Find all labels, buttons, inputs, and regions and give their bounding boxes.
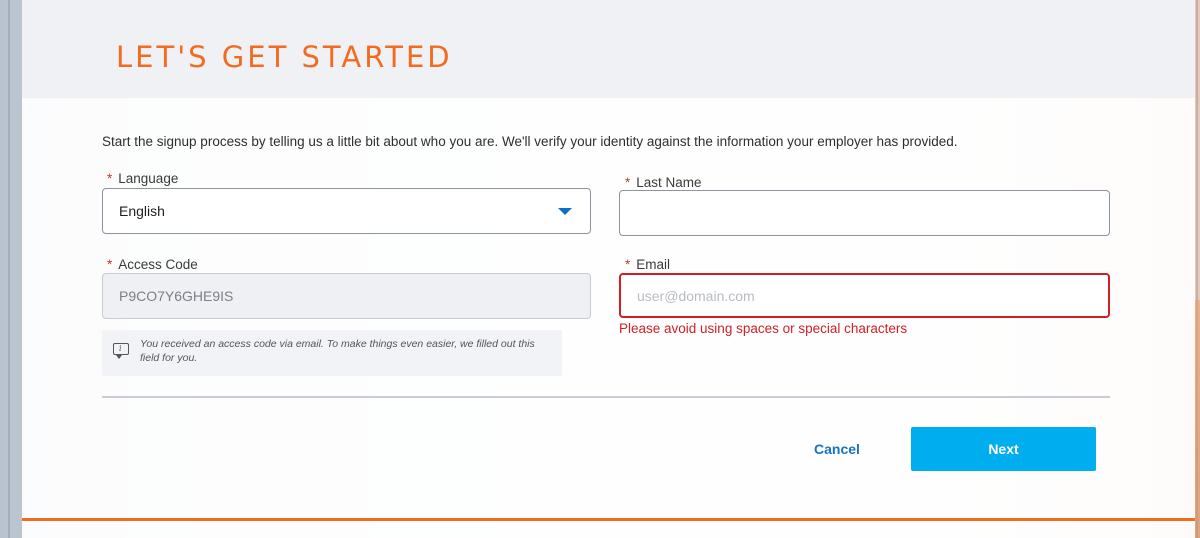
email-error-message: Please avoid using spaces or special cha…: [619, 321, 908, 336]
email-label-text: Email: [636, 257, 671, 272]
chevron-down-icon[interactable]: [558, 208, 572, 215]
language-select-value: English: [119, 203, 165, 219]
cancel-button[interactable]: Cancel: [792, 428, 882, 470]
divider: [102, 396, 1110, 398]
intro-text: Start the signup process by telling us a…: [102, 134, 958, 149]
required-marker: *: [625, 257, 631, 272]
required-marker: *: [107, 171, 113, 186]
email-placeholder: user@domain.com: [637, 287, 755, 304]
footer-accent-line: [22, 518, 1195, 521]
access-code-label-text: Access Code: [118, 257, 198, 272]
background-window-frame: [8, 0, 10, 538]
required-marker: *: [107, 257, 113, 272]
last-name-label-text: Last Name: [636, 175, 702, 190]
email-label: * Email: [625, 257, 670, 272]
last-name-label: * Last Name: [625, 175, 702, 190]
card-header: LET'S GET STARTED: [22, 0, 1195, 98]
info-speech-bubble-icon: i: [113, 343, 129, 359]
access-code-hint-text: You received an access code via email. T…: [140, 338, 535, 364]
next-button[interactable]: Next: [911, 427, 1096, 471]
required-marker: *: [625, 175, 631, 190]
signup-card: LET'S GET STARTED Start the signup proce…: [22, 0, 1195, 538]
access-code-input[interactable]: P9CO7Y6GHE9IS: [102, 273, 591, 319]
last-name-input[interactable]: [619, 190, 1110, 236]
access-code-value: P9CO7Y6GHE9IS: [119, 288, 234, 304]
background-window-frame: [1196, 0, 1198, 538]
access-code-hint: i You received an access code via email.…: [102, 330, 562, 376]
access-code-label: * Access Code: [107, 257, 198, 272]
language-select[interactable]: English: [102, 188, 591, 234]
language-label-text: Language: [118, 171, 179, 186]
language-label: * Language: [107, 171, 178, 186]
page-title: LET'S GET STARTED: [116, 40, 453, 74]
email-input[interactable]: user@domain.com: [619, 273, 1110, 318]
